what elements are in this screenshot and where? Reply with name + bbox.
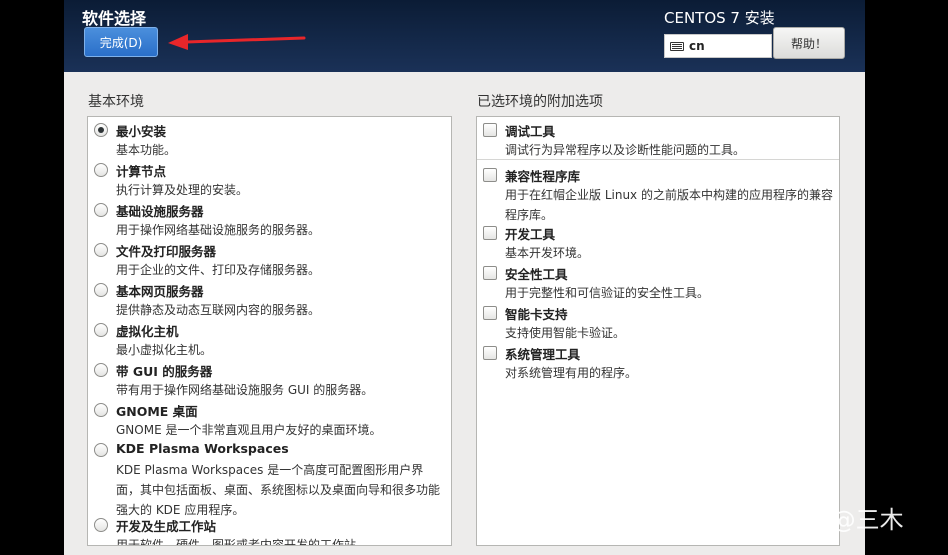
done-button[interactable]: 完成(D): [84, 27, 158, 57]
addon-name: 系统管理工具: [505, 347, 581, 362]
page-title: 软件选择: [82, 9, 147, 28]
base-environment-list: 最小安装 基本功能。 计算节点 执行计算及处理的安装。 基础设施服务器 用于操作…: [87, 116, 452, 546]
radio-button[interactable]: [94, 443, 108, 457]
env-description: 用于操作网络基础设施服务的服务器。: [116, 223, 321, 237]
env-name: 开发及生成工作站: [116, 519, 217, 534]
annotation-arrow-icon: [168, 34, 306, 50]
env-description: 最小虚拟化主机。: [116, 343, 213, 357]
radio-button[interactable]: [94, 243, 108, 257]
radio-button[interactable]: [94, 323, 108, 337]
addon-name: 智能卡支持: [505, 307, 568, 322]
addon-description: 对系统管理有用的程序。: [505, 366, 638, 380]
env-name: KDE Plasma Workspaces: [116, 441, 289, 456]
env-description: GNOME 是一个非常直观且用户友好的桌面环境。: [116, 423, 382, 437]
addon-name: 安全性工具: [505, 267, 568, 282]
env-description: KDE Plasma Workspaces 是一个高度可配置图形用户界面，其中包…: [116, 463, 441, 517]
addon-description: 用于在红帽企业版 Linux 的之前版本中构建的应用程序的兼容程序库。: [505, 188, 833, 222]
addons-title: 已选环境的附加选项: [477, 94, 603, 110]
divider: [477, 159, 839, 160]
radio-button[interactable]: [94, 203, 108, 217]
addon-description: 支持使用智能卡验证。: [505, 326, 626, 340]
radio-button[interactable]: [94, 403, 108, 417]
addon-name: 开发工具: [505, 227, 556, 242]
env-name: GNOME 桌面: [116, 404, 198, 419]
env-description: 带有用于操作网络基础设施服务 GUI 的服务器。: [116, 383, 374, 397]
checkbox[interactable]: [483, 266, 497, 280]
keyboard-icon: [670, 41, 684, 51]
env-description: 用于软件、硬件、图形或者内容开发的工作站。: [116, 538, 369, 546]
env-name: 计算节点: [116, 164, 167, 179]
watermark: 知乎 @三木: [776, 506, 904, 534]
addons-list: 调试工具 调试行为异常程序以及诊断性能问题的工具。 兼容性程序库 用于在红帽企业…: [476, 116, 840, 546]
addon-description: 基本开发环境。: [505, 246, 590, 260]
radio-button[interactable]: [94, 363, 108, 377]
help-button[interactable]: 帮助！: [773, 27, 845, 59]
env-name: 基础设施服务器: [116, 204, 204, 219]
env-description: 执行计算及处理的安装。: [116, 183, 249, 197]
product-title: CENTOS 7 安装: [664, 9, 775, 27]
addon-name: 兼容性程序库: [505, 169, 581, 184]
installer-window: 软件选择 完成(D) CENTOS 7 安装 cn 帮助！ 基本环境 最小安装 …: [64, 0, 865, 555]
radio-button-selected[interactable]: [94, 123, 108, 137]
addon-description: 调试行为异常程序以及诊断性能问题的工具。: [505, 143, 746, 157]
env-name: 虚拟化主机: [116, 324, 179, 339]
checkbox[interactable]: [483, 123, 497, 137]
header-bar: 软件选择 完成(D) CENTOS 7 安装 cn 帮助！: [64, 0, 865, 72]
checkbox[interactable]: [483, 168, 497, 182]
keyboard-layout-indicator[interactable]: cn: [664, 34, 772, 58]
addon-description: 用于完整性和可信验证的安全性工具。: [505, 286, 710, 300]
radio-button[interactable]: [94, 283, 108, 297]
env-description: 基本功能。: [116, 143, 177, 157]
checkbox[interactable]: [483, 306, 497, 320]
checkbox[interactable]: [483, 226, 497, 240]
checkbox[interactable]: [483, 346, 497, 360]
env-description: 用于企业的文件、打印及存储服务器。: [116, 263, 321, 277]
base-environment-title: 基本环境: [88, 94, 144, 110]
env-name: 最小安装: [116, 124, 167, 139]
addon-name: 调试工具: [505, 124, 556, 139]
radio-button[interactable]: [94, 163, 108, 177]
env-name: 带 GUI 的服务器: [116, 364, 213, 379]
env-name: 基本网页服务器: [116, 284, 204, 299]
keyboard-layout-label: cn: [689, 39, 705, 53]
env-description: 提供静态及动态互联网内容的服务器。: [116, 303, 321, 317]
env-name: 文件及打印服务器: [116, 244, 217, 259]
radio-button[interactable]: [94, 518, 108, 532]
